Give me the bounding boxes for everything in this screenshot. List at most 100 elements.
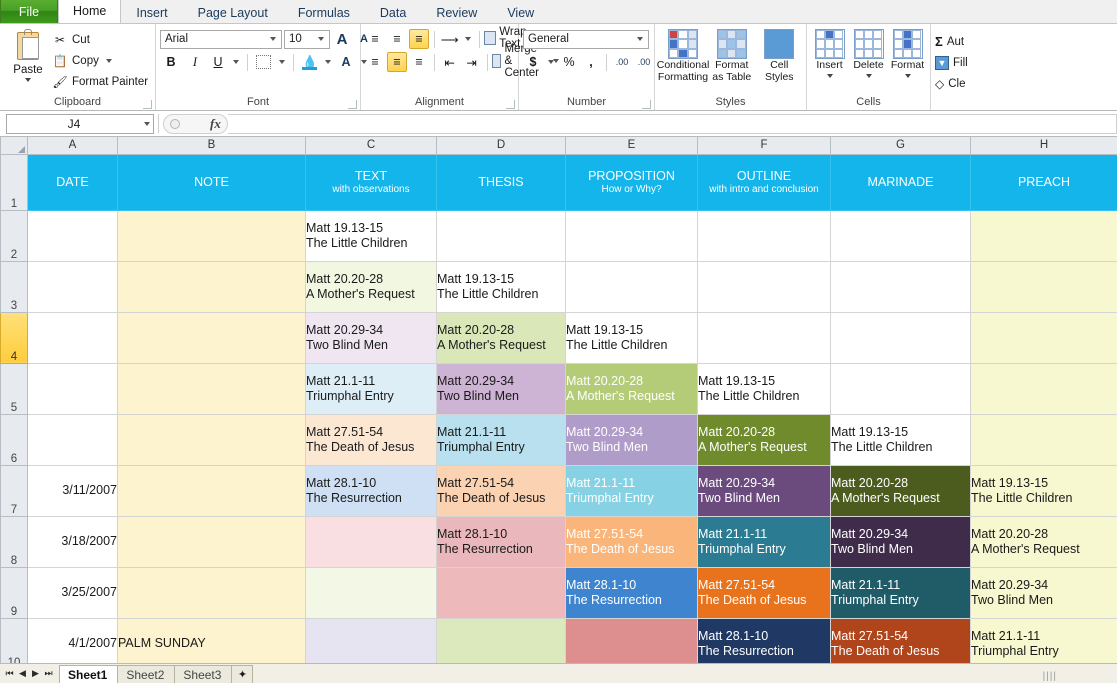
cell-D3[interactable]: Matt 19.13-15 The Little Children <box>436 260 566 313</box>
copy-button[interactable]: 📋 Copy <box>52 52 148 70</box>
cell-F3[interactable] <box>697 260 831 313</box>
align-top-button[interactable]: ≡ <box>365 29 385 49</box>
format-dropdown-icon[interactable] <box>904 73 911 78</box>
column-header-c[interactable]: C <box>305 137 437 155</box>
insert-function-icon[interactable]: fx <box>210 116 221 132</box>
fill-button[interactable]: ▼ Fill <box>935 53 968 72</box>
resize-grip-icon[interactable]: |||| <box>1043 671 1057 682</box>
insert-dropdown-icon[interactable] <box>826 73 833 78</box>
cell-C5[interactable]: Matt 21.1-11 Triumphal Entry <box>305 362 437 415</box>
cancel-icon[interactable] <box>170 118 180 129</box>
tab-insert[interactable]: Insert <box>121 1 182 23</box>
cell-A3[interactable] <box>27 260 118 313</box>
row-header-7[interactable]: 7 <box>0 464 28 517</box>
align-left-button[interactable]: ≡ <box>365 52 385 72</box>
header-cell-outline[interactable]: OUTLINE with intro and conclusion <box>697 153 831 211</box>
cell-styles-button[interactable]: Cell Styles <box>757 29 803 83</box>
row-header-4[interactable]: 4 <box>0 311 28 364</box>
sheet-tab-sheet1[interactable]: Sheet1 <box>59 664 119 683</box>
delete-cells-button[interactable]: Delete <box>850 29 887 78</box>
cell-A9[interactable]: 3/25/2007 <box>27 566 118 619</box>
row-header-2[interactable]: 2 <box>0 209 28 262</box>
cell-G4[interactable] <box>830 311 971 364</box>
formula-input[interactable] <box>227 113 1117 134</box>
cell-H9[interactable]: Matt 20.29-34 Two Blind Men <box>970 566 1117 619</box>
currency-dropdown-icon[interactable] <box>548 60 554 64</box>
header-cell-proposition[interactable]: PROPOSITION How or Why? <box>565 153 698 211</box>
header-cell-date[interactable]: DATE <box>27 153 118 211</box>
tab-file[interactable]: File <box>0 0 58 23</box>
column-header-a[interactable]: A <box>27 137 118 155</box>
cell-F8[interactable]: Matt 21.1-11 Triumphal Entry <box>697 515 831 568</box>
column-header-f[interactable]: F <box>697 137 831 155</box>
increase-decimal-button[interactable]: .00 <box>612 52 632 72</box>
cell-H5[interactable] <box>970 362 1117 415</box>
cell-E5[interactable]: Matt 20.20-28 A Mother's Request <box>565 362 698 415</box>
font-color-button[interactable]: A <box>336 52 356 72</box>
format-as-table-button[interactable]: Format as Table <box>709 29 755 83</box>
cell-C2[interactable]: Matt 19.13-15 The Little Children <box>305 209 437 262</box>
align-right-button[interactable]: ≡ <box>409 52 429 72</box>
borders-button[interactable] <box>253 52 274 72</box>
clipboard-dialog-launcher[interactable] <box>143 100 152 109</box>
cell-D2[interactable] <box>436 209 566 262</box>
cell-G2[interactable] <box>830 209 971 262</box>
cell-H8[interactable]: Matt 20.20-28 A Mother's Request <box>970 515 1117 568</box>
cell-G8[interactable]: Matt 20.29-34 Two Blind Men <box>830 515 971 568</box>
cell-H3[interactable] <box>970 260 1117 313</box>
copy-dropdown-icon[interactable] <box>105 59 112 63</box>
cell-E2[interactable] <box>565 209 698 262</box>
cell-B8[interactable] <box>117 515 306 568</box>
column-header-e[interactable]: E <box>565 137 698 155</box>
cell-H7[interactable]: Matt 19.13-15 The Little Children <box>970 464 1117 517</box>
cut-button[interactable]: ✂ Cut <box>52 31 148 49</box>
font-name-combo[interactable]: Arial <box>160 29 282 49</box>
new-sheet-button[interactable]: ✦ <box>231 664 254 683</box>
percent-button[interactable]: % <box>559 52 579 72</box>
cell-D4[interactable]: Matt 20.20-28 A Mother's Request <box>436 311 566 364</box>
cell-E3[interactable] <box>565 260 698 313</box>
cell-A6[interactable] <box>27 413 118 466</box>
cell-D9[interactable] <box>436 566 566 619</box>
row-header-6[interactable]: 6 <box>0 413 28 466</box>
align-bottom-button[interactable]: ≡ <box>409 29 429 49</box>
cell-A5[interactable] <box>27 362 118 415</box>
cell-G5[interactable] <box>830 362 971 415</box>
cell-B2[interactable] <box>117 209 306 262</box>
column-header-g[interactable]: G <box>830 137 971 155</box>
cell-F2[interactable] <box>697 209 831 262</box>
header-cell-text[interactable]: TEXT with observations <box>305 153 437 211</box>
font-dialog-launcher[interactable] <box>348 100 357 109</box>
decrease-indent-button[interactable]: ⇤ <box>440 52 460 72</box>
column-header-h[interactable]: H <box>970 137 1117 155</box>
tab-formulas[interactable]: Formulas <box>283 1 365 23</box>
bold-button[interactable]: B <box>160 52 182 72</box>
cell-C9[interactable] <box>305 566 437 619</box>
cell-B9[interactable] <box>117 566 306 619</box>
cell-B7[interactable] <box>117 464 306 517</box>
cell-G7[interactable]: Matt 20.20-28 A Mother's Request <box>830 464 971 517</box>
tab-home[interactable]: Home <box>58 0 122 23</box>
header-cell-note[interactable]: NOTE <box>117 153 306 211</box>
name-box[interactable]: J4 <box>6 113 154 134</box>
increase-indent-button[interactable]: ⇥ <box>462 52 482 72</box>
cell-B10[interactable]: PALM SUNDAY <box>117 617 306 663</box>
row-header-5[interactable]: 5 <box>0 362 28 415</box>
delete-dropdown-icon[interactable] <box>865 73 872 78</box>
tab-page-layout[interactable]: Page Layout <box>183 1 283 23</box>
decrease-decimal-button[interactable]: .00 <box>634 52 654 72</box>
cell-A4[interactable] <box>27 311 118 364</box>
cell-G3[interactable] <box>830 260 971 313</box>
column-header-d[interactable]: D <box>436 137 566 155</box>
nav-first-icon[interactable]: ⏮ <box>4 668 15 679</box>
cell-C6[interactable]: Matt 27.51-54 The Death of Jesus <box>305 413 437 466</box>
tab-review[interactable]: Review <box>421 1 492 23</box>
sheet-tab-sheet3[interactable]: Sheet3 <box>174 664 233 683</box>
grow-font-button[interactable]: A <box>332 29 352 49</box>
number-format-combo[interactable]: General <box>523 29 649 49</box>
cell-F10[interactable]: Matt 28.1-10 The Resurrection <box>697 617 831 663</box>
cell-A8[interactable]: 3/18/2007 <box>27 515 118 568</box>
row-header-3[interactable]: 3 <box>0 260 28 313</box>
cell-F7[interactable]: Matt 20.29-34 Two Blind Men <box>697 464 831 517</box>
header-cell-marinade[interactable]: MARINADE <box>830 153 971 211</box>
